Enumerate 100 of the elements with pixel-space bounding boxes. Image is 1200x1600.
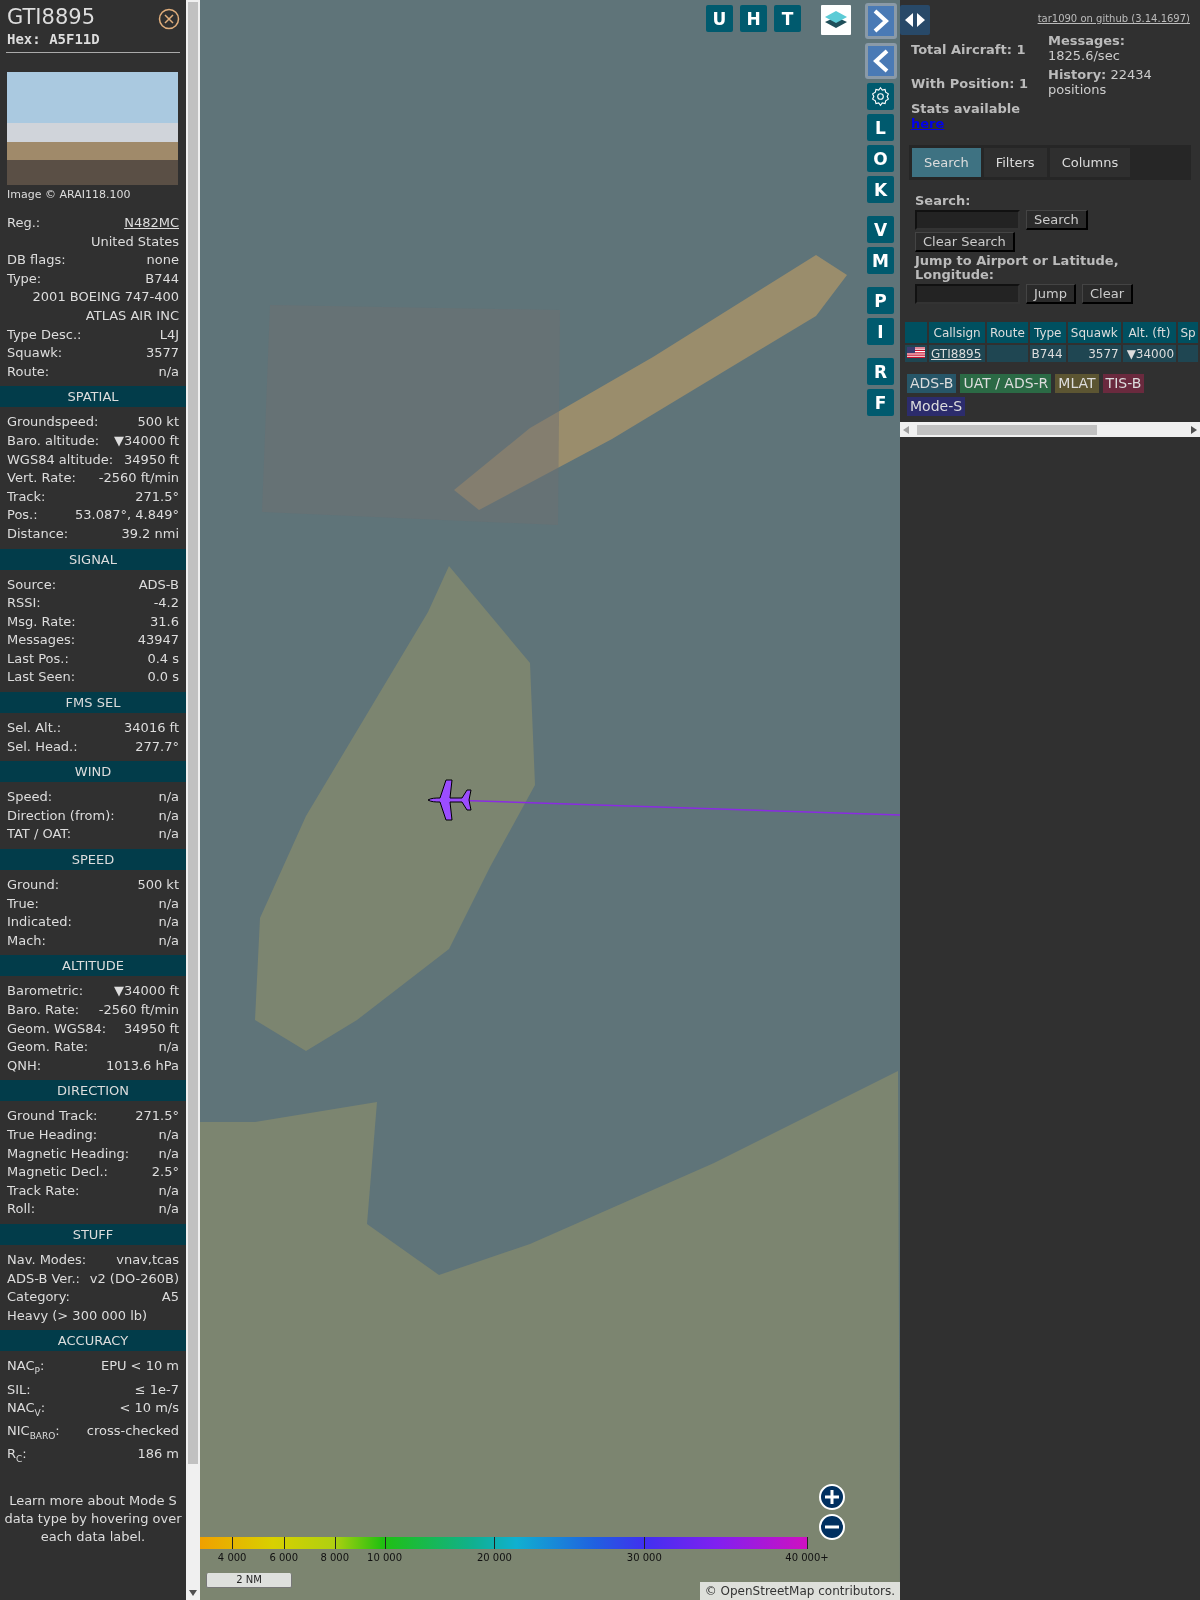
column-header[interactable]: Callsign <box>929 322 986 343</box>
map-toggle-button[interactable]: P <box>867 287 894 314</box>
field-value: 500 kt <box>137 876 179 895</box>
column-header[interactable]: Squawk <box>1067 322 1121 343</box>
field-label: NAC$_{P}$: <box>7 1357 45 1378</box>
field-value: A5 <box>161 1288 179 1307</box>
field-value: ▼34000 ft <box>114 982 179 1001</box>
clear-button[interactable]: Clear <box>1082 284 1133 304</box>
field-label: Groundspeed: <box>7 413 99 432</box>
airplane-icon[interactable] <box>426 778 472 822</box>
registration-link[interactable]: N482MC <box>124 214 179 233</box>
aircraft-callsign: GTI8895 <box>7 4 96 30</box>
tab[interactable]: Columns <box>1049 148 1131 177</box>
chevron-left-icon[interactable] <box>865 43 897 79</box>
close-icon[interactable] <box>158 8 180 30</box>
field-label: DB flags: <box>7 251 66 270</box>
field-value: n/a <box>158 1181 179 1200</box>
vertical-scrollbar[interactable] <box>186 0 200 1600</box>
clear-search-button[interactable]: Clear Search <box>915 232 1015 252</box>
field-value: ATLAS AIR INC <box>85 306 179 325</box>
field-label: Sel. Head.: <box>7 737 78 756</box>
field-label: Indicated: <box>7 913 72 932</box>
tab[interactable]: Filters <box>983 148 1047 177</box>
panel-toggle-icon[interactable] <box>900 5 930 35</box>
field-value: 0.4 s <box>147 649 179 668</box>
field-label: Reg.: <box>7 214 41 232</box>
field-value: B744 <box>145 269 179 288</box>
search-field[interactable] <box>915 210 1020 230</box>
field-value: ADS-B <box>138 575 179 594</box>
map-toggle-button[interactable]: I <box>867 318 894 345</box>
map-toggle-button[interactable]: R <box>867 358 894 385</box>
table-cell <box>1178 345 1198 362</box>
github-link[interactable]: tar1090 on github (3.14.1697) <box>1037 13 1190 24</box>
settings-icon[interactable] <box>867 83 894 110</box>
map-toggle-button[interactable]: L <box>867 114 894 141</box>
jump-field[interactable] <box>915 284 1020 304</box>
search-button[interactable]: Search <box>1026 210 1088 230</box>
map-toggle-button[interactable]: H <box>740 5 767 32</box>
layers-icon[interactable] <box>821 5 851 35</box>
scroll-down-icon[interactable] <box>189 1590 197 1596</box>
field-label: QNH: <box>7 1056 42 1075</box>
field-value: n/a <box>158 1144 179 1163</box>
scroll-right-icon[interactable] <box>1191 425 1197 434</box>
stat-value: 1825.6/sec <box>1048 48 1121 63</box>
field-label: Baro. altitude: <box>7 431 100 450</box>
stat-text: Stats available <box>911 101 1022 116</box>
field-label: Last Pos.: <box>7 649 69 668</box>
column-header[interactable]: Sp <box>1178 322 1198 343</box>
map-toggle-button[interactable]: O <box>867 145 894 172</box>
horizontal-scrollbar[interactable] <box>900 422 1200 437</box>
field-value: n/a <box>158 913 179 932</box>
chevron-right-icon[interactable] <box>865 3 897 39</box>
map-toggle-button[interactable]: V <box>867 216 894 243</box>
field-value: n/a <box>158 788 179 807</box>
map-toggle-button[interactable]: F <box>867 389 894 416</box>
field-label: ADS-B Ver.: <box>7 1269 80 1288</box>
scale-label: 30 000 <box>626 1552 662 1563</box>
field-label: Type Desc.: <box>7 325 82 344</box>
field-label: Track: <box>7 487 46 506</box>
scale-bar: 2 NM <box>206 1573 292 1588</box>
field-label: Vert. Rate: <box>7 469 76 488</box>
scale-label: 40 000+ <box>785 1552 829 1563</box>
jump-button[interactable]: Jump <box>1026 284 1076 304</box>
field-label: Mach: <box>7 931 46 950</box>
map-toggle-button[interactable]: T <box>774 5 801 32</box>
field-value: L4J <box>159 325 179 344</box>
field-label: Direction (from): <box>7 806 115 825</box>
column-header[interactable]: Type <box>1029 322 1066 343</box>
field-value: 43947 <box>137 631 179 650</box>
field-label: Geom. WGS84: <box>7 1019 107 1038</box>
source-tag: Mode-S <box>907 397 966 416</box>
column-header[interactable]: Alt. (ft) <box>1122 322 1177 343</box>
map-toggle-button[interactable]: M <box>867 247 894 274</box>
field-label: Messages: <box>7 631 76 650</box>
field-value: 39.2 nmi <box>121 524 179 543</box>
field-value: 500 kt <box>137 413 179 432</box>
field-value: -4.2 <box>153 594 179 613</box>
field-label: Magnetic Heading: <box>7 1144 130 1163</box>
scale-label: 8 000 <box>320 1552 350 1563</box>
column-header[interactable]: Route <box>987 322 1028 343</box>
tab[interactable]: Search <box>912 148 981 177</box>
field-value: 34950 ft <box>124 1019 179 1038</box>
field-label: True: <box>7 894 39 913</box>
section-header: STUFF <box>0 1223 186 1245</box>
search-label: Search: <box>915 194 972 208</box>
attribution-link[interactable]: OpenStreetMap <box>720 1584 815 1598</box>
field-label: Sel. Alt.: <box>7 719 62 738</box>
field-value: n/a <box>158 1125 179 1144</box>
field-label: SIL: <box>7 1380 31 1399</box>
map-toggle-button[interactable]: K <box>867 176 894 203</box>
field-label: RSSI: <box>7 594 41 613</box>
field-label: Speed: <box>7 788 53 807</box>
map-toggle-button[interactable]: U <box>706 5 733 32</box>
stat-text: With Position: 1 <box>911 76 1030 91</box>
section-header: DIRECTION <box>0 1080 186 1102</box>
field-value: -2560 ft/min <box>98 1001 179 1019</box>
field-value: cross-checked <box>86 1422 179 1441</box>
source-tag: UAT / ADS-R <box>960 374 1052 393</box>
field-value: -2560 ft/min <box>98 469 179 488</box>
callsign-link[interactable]: GTI8895 <box>931 346 982 361</box>
